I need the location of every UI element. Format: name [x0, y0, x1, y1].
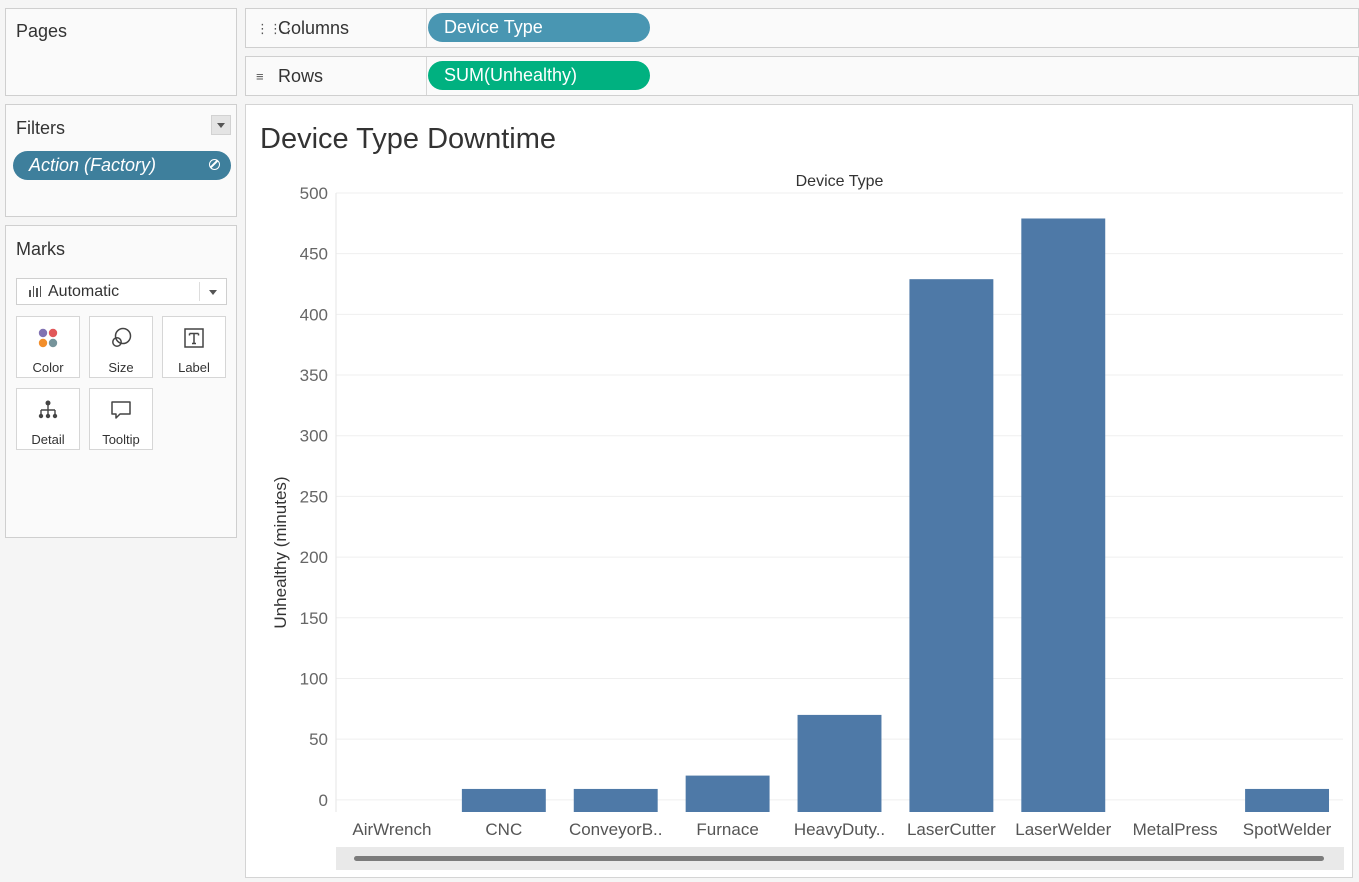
filters-card: Filters Action (Factory)	[5, 104, 237, 217]
columns-shelf: ⋮⋮⋮ Columns Device Type	[245, 8, 1359, 48]
x-tick-label: CNC	[485, 820, 522, 839]
filter-pill-label: Action (Factory)	[29, 155, 157, 175]
y-tick-label: 400	[300, 305, 328, 324]
rows-pill-sum-unhealthy[interactable]: SUM(Unhealthy)	[428, 61, 650, 90]
scrollbar-thumb[interactable]	[354, 856, 1324, 861]
detail-icon	[38, 400, 58, 419]
bar	[461, 788, 546, 812]
marks-size-button[interactable]: Size	[89, 316, 153, 378]
bar	[797, 714, 882, 812]
bar-chart: 0 50 100 150 200 250 300 350 400 450 500 Device Typ…	[271, 173, 1343, 839]
y-tick-label: 450	[300, 245, 328, 264]
chart-panel: Device Type Downtime 0 50 100 150 200 250 300 3…	[245, 104, 1353, 878]
y-tick-label: 350	[300, 366, 328, 385]
x-axis-title: Device Type	[796, 173, 884, 190]
marks-detail-label: Detail	[31, 432, 65, 447]
x-tick-label: ConveyorB..	[569, 820, 663, 839]
columns-pill-device-type[interactable]: Device Type	[428, 13, 650, 42]
label-icon	[184, 328, 204, 348]
y-tick-label: 250	[300, 487, 328, 506]
columns-label: Columns	[278, 18, 350, 38]
y-tick-label: 300	[300, 427, 328, 446]
marks-tooltip-button[interactable]: Tooltip	[89, 388, 153, 450]
chevron-down-icon	[217, 122, 225, 128]
marks-tooltip-label: Tooltip	[102, 432, 140, 447]
rows-label: Rows	[278, 66, 324, 86]
y-tick-label: 100	[300, 669, 328, 688]
x-tick-label: MetalPress	[1133, 820, 1218, 839]
y-tick-label: 200	[300, 548, 328, 567]
color-icon	[38, 328, 58, 348]
marks-label-button[interactable]: Label	[162, 316, 226, 378]
marks-size-label: Size	[108, 360, 134, 375]
marks-color-button[interactable]: Color	[16, 316, 80, 378]
filter-pill-action-factory[interactable]: Action (Factory)	[13, 151, 231, 180]
tooltip-icon	[111, 401, 131, 419]
y-axis-title: Unhealthy (minutes)	[271, 476, 290, 628]
x-tick-label: AirWrench	[352, 820, 431, 839]
x-tick-label: LaserWelder	[1015, 820, 1111, 839]
horizontal-scrollbar[interactable]	[336, 847, 1344, 870]
rows-pill-label: SUM(Unhealthy)	[444, 65, 578, 85]
filters-dropdown-button[interactable]	[211, 115, 231, 135]
x-tick-label: Furnace	[696, 820, 758, 839]
marks-card: Marks Automatic Color Size Label Detail …	[5, 225, 237, 538]
pages-card: Pages	[5, 8, 237, 96]
bar	[1021, 218, 1106, 813]
y-tick-label: 0	[319, 791, 328, 810]
y-tick-label: 500	[300, 184, 328, 203]
bar-chart-icon	[29, 286, 41, 297]
x-tick-label: LaserCutter	[907, 820, 996, 839]
rows-shelf: ≡ Rows SUM(Unhealthy)	[245, 56, 1359, 96]
columns-pill-label: Device Type	[444, 17, 543, 37]
chevron-down-icon	[209, 290, 217, 295]
marks-title: Marks	[16, 239, 65, 259]
y-tick-label: 50	[309, 730, 328, 749]
mark-type-dropdown[interactable]: Automatic	[16, 278, 227, 305]
rows-icon: ≡	[256, 69, 264, 84]
size-icon	[112, 327, 132, 347]
bar	[573, 788, 658, 812]
marks-color-label: Color	[32, 360, 64, 375]
filters-title: Filters	[16, 118, 65, 138]
marks-detail-button[interactable]: Detail	[16, 388, 80, 450]
x-tick-label: SpotWelder	[1243, 820, 1332, 839]
marks-label-label: Label	[178, 360, 210, 375]
pages-title: Pages	[16, 21, 68, 41]
link-icon	[209, 159, 220, 170]
bar	[1245, 788, 1330, 812]
y-tick-label: 150	[300, 609, 328, 628]
mark-type-value: Automatic	[48, 282, 120, 300]
x-tick-label: HeavyDuty..	[794, 820, 885, 839]
bar	[909, 279, 994, 812]
bar	[685, 775, 770, 812]
